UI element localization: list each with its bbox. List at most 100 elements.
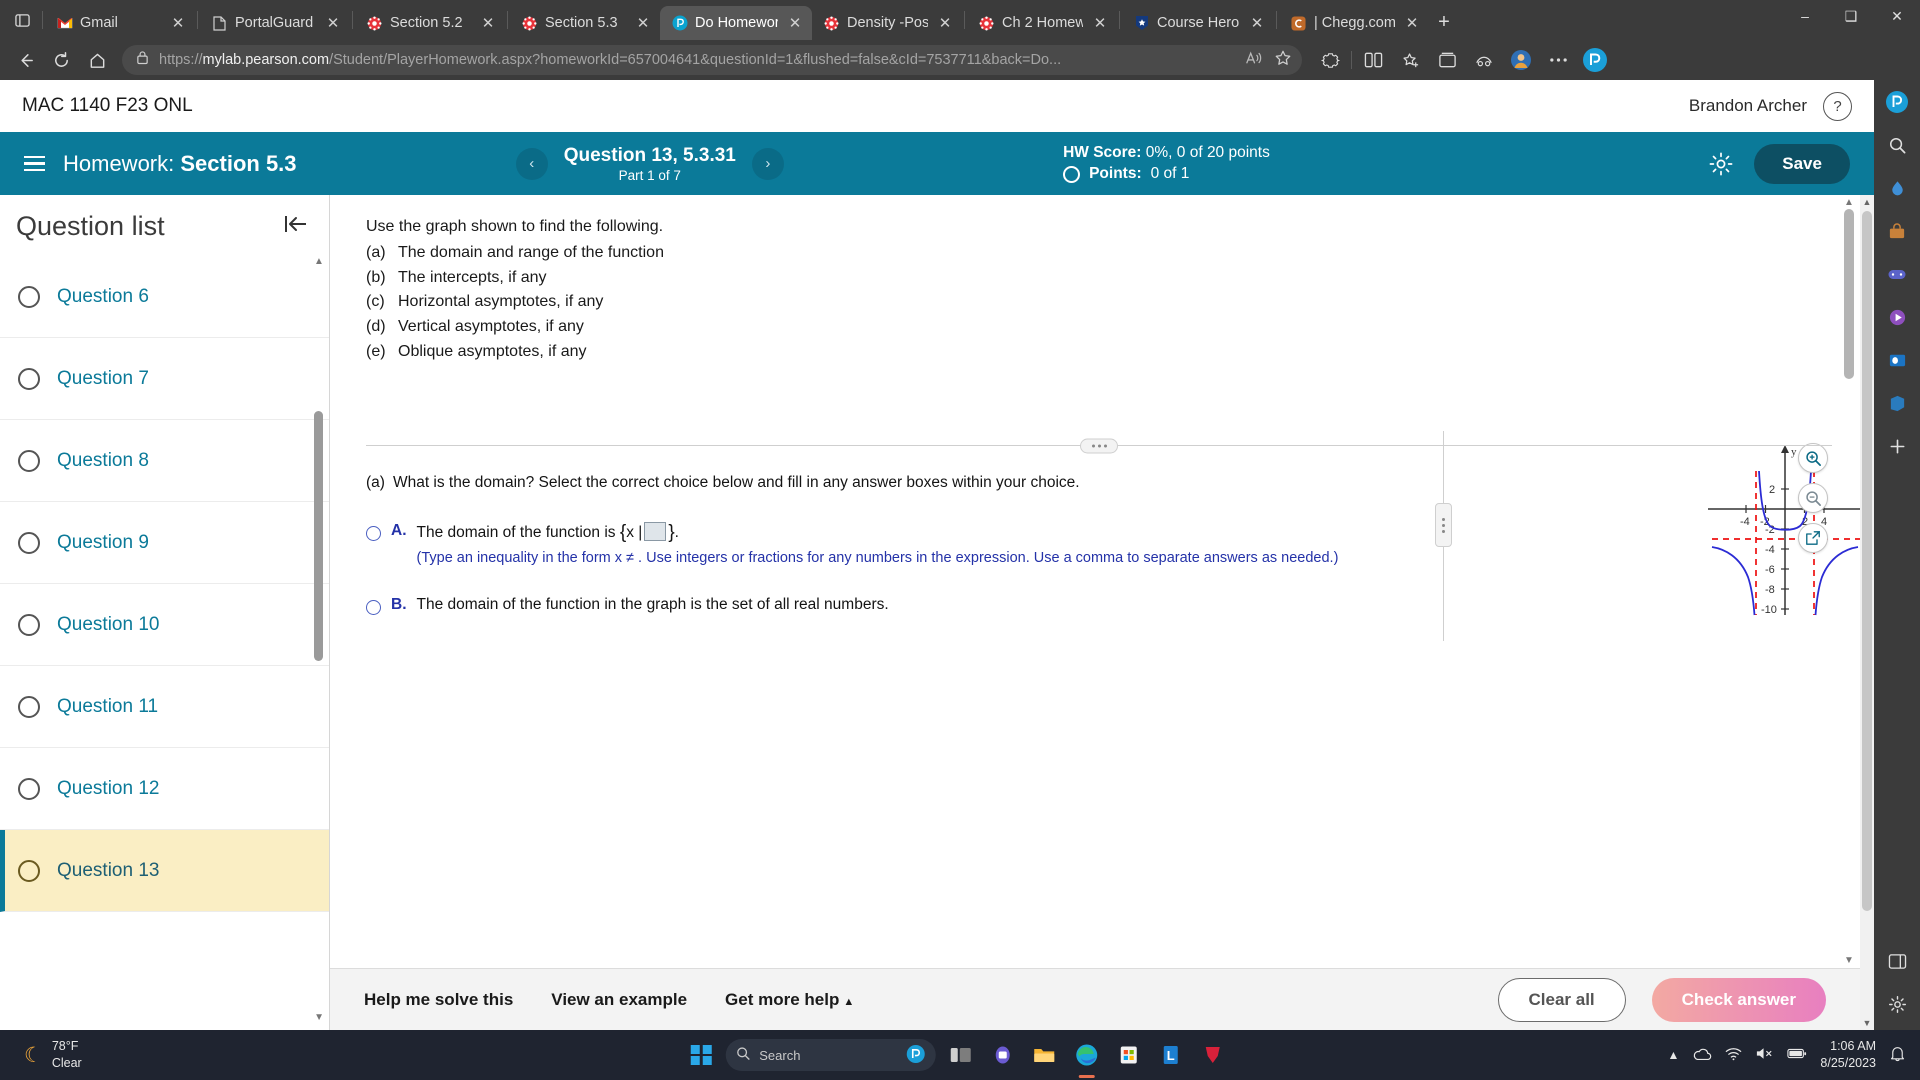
onedrive-icon[interactable] [1692, 1046, 1712, 1065]
horizontal-resize-handle[interactable] [1080, 438, 1118, 454]
profile-avatar[interactable] [1503, 44, 1539, 76]
drop-sidebar-icon[interactable] [1883, 174, 1911, 202]
browser-tab-density-post[interactable]: Density -Post- ✕ [812, 6, 962, 40]
scroll-down-arrow-icon[interactable]: ▼ [1844, 955, 1854, 966]
extensions-icon[interactable] [1312, 44, 1348, 76]
get-more-help-button[interactable]: Get more help ▲ [725, 990, 854, 1010]
volume-muted-icon[interactable] [1755, 1046, 1774, 1064]
favorites-icon[interactable] [1392, 44, 1428, 76]
close-icon[interactable]: ✕ [1090, 13, 1110, 33]
question-list-item[interactable]: Question 7 [0, 338, 329, 420]
question-list-scroll[interactable]: Question 6 Question 7 Question 8 Questio… [0, 256, 329, 1012]
honey-icon[interactable] [1195, 1038, 1229, 1072]
prev-question-button[interactable]: ‹ [515, 147, 548, 180]
close-icon[interactable]: ✕ [478, 13, 498, 33]
favorite-star-icon[interactable] [1274, 49, 1292, 72]
question-radio[interactable] [18, 613, 40, 636]
zoom-in-icon[interactable] [1798, 443, 1828, 473]
question-radio[interactable] [18, 695, 40, 718]
address-bar[interactable]: https://mylab.pearson.com/Student/Player… [122, 45, 1302, 75]
close-icon[interactable]: ✕ [633, 13, 653, 33]
close-icon[interactable]: ✕ [935, 13, 955, 33]
scroll-down-arrow-icon[interactable]: ▼ [314, 1012, 324, 1030]
tab-search-icon[interactable] [4, 3, 40, 37]
more-options-icon[interactable] [1540, 44, 1576, 76]
close-icon[interactable]: ✕ [168, 13, 188, 33]
teams-icon[interactable] [985, 1038, 1019, 1072]
copilot-icon[interactable] [1577, 44, 1613, 76]
browser-tab-ch2-homework[interactable]: Ch 2 Homewo ✕ [967, 6, 1117, 40]
next-question-button[interactable]: › [751, 147, 784, 180]
browser-tab-section-5-2[interactable]: Section 5.2 ✕ [355, 6, 505, 40]
save-button[interactable]: Save [1754, 143, 1850, 184]
copilot-icon[interactable] [905, 1044, 925, 1067]
answer-input-box[interactable] [644, 522, 667, 541]
browser-page-scrollbar[interactable]: ▲ ▼ [1860, 195, 1874, 1030]
question-radio[interactable] [18, 531, 40, 554]
sidebar-layout-icon[interactable] [1883, 947, 1911, 975]
office-sidebar-icon[interactable] [1883, 389, 1911, 417]
microsoft-store-icon[interactable] [1111, 1038, 1145, 1072]
answer-choice-b[interactable]: B. The domain of the function in the gra… [366, 596, 1824, 615]
zoom-out-icon[interactable] [1798, 483, 1828, 513]
question-list-scrollbar[interactable]: ▲ [314, 256, 324, 1012]
battery-icon[interactable] [1787, 1047, 1807, 1063]
question-list-item[interactable]: Question 10 [0, 584, 329, 666]
choice-radio-b[interactable] [366, 600, 381, 615]
outlook-sidebar-icon[interactable] [1883, 346, 1911, 374]
question-radio[interactable] [18, 367, 40, 390]
gear-icon[interactable] [1708, 151, 1734, 177]
scrollbar-thumb[interactable] [1862, 211, 1872, 911]
close-icon[interactable]: ✕ [1402, 13, 1422, 33]
vertical-resize-handle[interactable] [1435, 503, 1452, 547]
open-in-new-window-icon[interactable] [1798, 523, 1828, 553]
new-tab-button[interactable]: + [1429, 7, 1459, 37]
question-list-scroll-down[interactable]: ▼ [0, 1012, 329, 1030]
add-sidebar-icon[interactable] [1883, 432, 1911, 460]
weather-widget[interactable]: ☾ 78°F Clear [0, 1038, 82, 1072]
edge-icon[interactable] [1069, 1038, 1103, 1078]
close-icon[interactable]: ✕ [323, 13, 343, 33]
scroll-up-arrow-icon[interactable]: ▲ [314, 256, 324, 267]
choice-radio-a[interactable] [366, 526, 381, 541]
question-radio[interactable] [18, 777, 40, 800]
file-explorer-icon[interactable] [1027, 1038, 1061, 1072]
wifi-icon[interactable] [1725, 1047, 1742, 1064]
browser-tab-course-hero[interactable]: Course Hero ✕ [1122, 6, 1274, 40]
window-close-button[interactable]: ✕ [1874, 0, 1920, 32]
close-icon[interactable]: ✕ [785, 13, 805, 33]
collections-icon[interactable] [1429, 44, 1465, 76]
games-sidebar-icon[interactable] [1883, 260, 1911, 288]
scroll-up-arrow-icon[interactable]: ▲ [1844, 197, 1854, 208]
clear-all-button[interactable]: Clear all [1497, 977, 1626, 1022]
question-list-item[interactable]: Question 8 [0, 420, 329, 502]
maximize-button[interactable]: ❑ [1828, 0, 1874, 32]
menu-icon[interactable] [24, 156, 45, 171]
browser-tab-do-homework[interactable]: Do Homework ✕ [660, 6, 812, 40]
question-radio[interactable] [18, 449, 40, 472]
scroll-down-arrow-icon[interactable]: ▼ [1863, 1016, 1872, 1030]
close-icon[interactable]: ✕ [1247, 13, 1267, 33]
back-icon[interactable] [8, 44, 42, 76]
task-view-icon[interactable] [943, 1038, 977, 1072]
reload-icon[interactable] [44, 44, 78, 76]
question-list-item[interactable]: Question 6 [0, 256, 329, 338]
taskbar-search-box[interactable]: Search [725, 1039, 936, 1071]
browser-tab-portalguard[interactable]: PortalGuard - ✕ [200, 6, 350, 40]
question-radio[interactable] [18, 859, 40, 882]
browser-tab-chegg[interactable]: | Chegg.com ✕ [1279, 6, 1429, 40]
minimize-button[interactable]: – [1782, 0, 1828, 32]
question-list-item-current[interactable]: Question 13 [0, 830, 329, 912]
home-icon[interactable] [80, 44, 114, 76]
show-hidden-icons-icon[interactable]: ▲ [1668, 1048, 1680, 1062]
browser-tab-gmail[interactable]: Gmail ✕ [45, 6, 195, 40]
question-list-item[interactable]: Question 11 [0, 666, 329, 748]
question-pane-scrollbar[interactable]: ▲ ▼ [1844, 197, 1854, 966]
answer-choice-a[interactable]: A. The domain of the function is {x |}. … [366, 522, 1824, 566]
notifications-icon[interactable] [1889, 1045, 1906, 1065]
scrollbar-thumb[interactable] [314, 411, 323, 661]
copilot-sidebar-icon[interactable] [1883, 88, 1911, 116]
question-radio[interactable] [18, 285, 40, 308]
read-aloud-icon[interactable] [1245, 50, 1264, 71]
taskbar-clock[interactable]: 1:06 AM 8/25/2023 [1820, 1038, 1876, 1073]
